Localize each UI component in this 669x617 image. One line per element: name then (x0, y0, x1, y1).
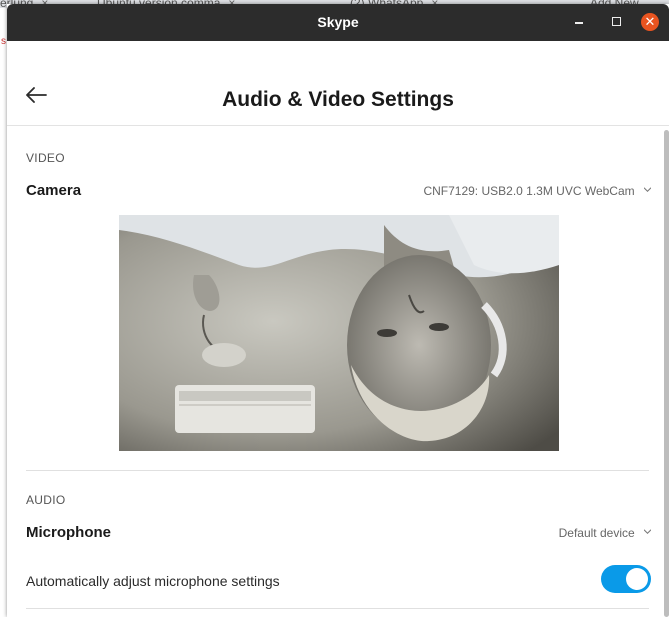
auto-adjust-label: Automatically adjust microphone settings (26, 573, 280, 589)
microphone-dropdown-value: Default device (558, 526, 635, 540)
auto-adjust-toggle[interactable] (601, 565, 651, 593)
close-icon: ✕ (644, 14, 656, 29)
camera-dropdown[interactable]: CNF7129: USB2.0 1.3M UVC WebCam (423, 184, 651, 198)
chevron-down-icon (644, 187, 651, 192)
background-page-strip: s (0, 8, 7, 70)
microphone-label: Microphone (26, 524, 111, 541)
section-divider (26, 608, 649, 609)
camera-label: Camera (26, 182, 82, 199)
background-mark: s (1, 36, 6, 47)
audio-section-label: AUDIO (26, 493, 66, 507)
maximize-button[interactable] (606, 12, 626, 32)
minimize-button[interactable] (569, 12, 589, 32)
chevron-down-icon (644, 529, 651, 534)
settings-header: Audio & Video Settings (7, 41, 669, 126)
toggle-knob (626, 568, 648, 590)
camera-feed-image (119, 215, 559, 451)
skype-window: Skype ✕ Audio & Video Settings VIDEO Cam… (7, 4, 669, 617)
titlebar: Skype ✕ (7, 4, 669, 41)
camera-dropdown-value: CNF7129: USB2.0 1.3M UVC WebCam (423, 184, 635, 198)
scrollbar[interactable] (664, 130, 669, 617)
minimize-icon (575, 22, 583, 24)
video-section-label: VIDEO (26, 151, 65, 165)
section-divider (26, 470, 649, 471)
close-button[interactable]: ✕ (641, 13, 659, 31)
page-title: Audio & Video Settings (222, 88, 454, 111)
microphone-dropdown[interactable]: Default device (559, 526, 651, 540)
settings-content: VIDEO Camera CNF7129: USB2.0 1.3M UVC We… (7, 126, 669, 617)
maximize-icon (611, 17, 621, 26)
camera-preview (119, 215, 559, 451)
